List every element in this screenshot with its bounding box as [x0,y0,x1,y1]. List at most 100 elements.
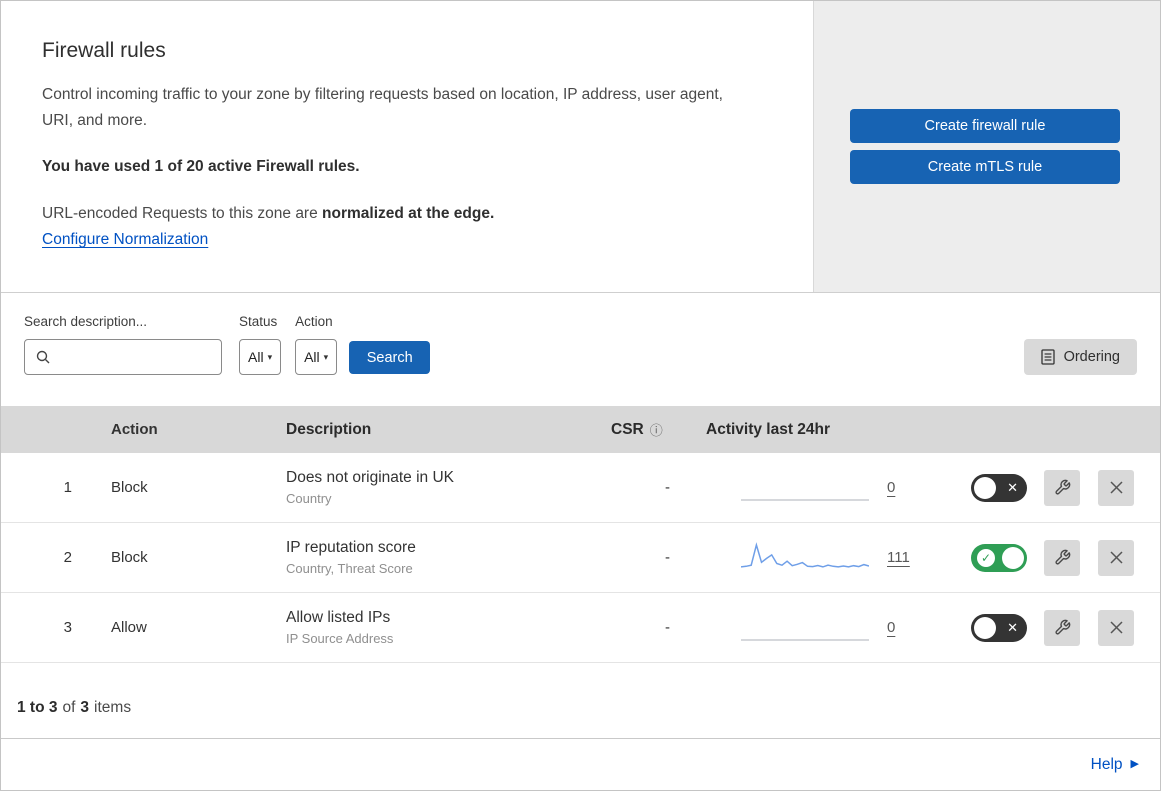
pagination-summary: 1 to 3 of 3 items [1,663,1160,739]
edit-rule-button[interactable] [1044,609,1080,646]
rule-description: Allow listed IPs [286,609,391,626]
toggle-x-icon: ✕ [1007,619,1018,635]
help-label: Help [1090,755,1123,773]
pagination-range: 1 to 3 [17,698,58,716]
header-description: Description [286,420,372,438]
rule-csr-value: - [665,549,670,566]
rule-description-cell: IP reputation score Country, Threat Scor… [266,539,591,576]
row-number: 2 [63,549,72,566]
page-title: Firewall rules [42,39,166,62]
search-button[interactable]: Search [349,341,431,374]
activity-cell: 0 [686,611,971,645]
rule-csr-value: - [665,619,670,636]
ordering-group: Ordering [1023,293,1137,375]
delete-rule-button[interactable] [1098,469,1134,506]
create-mtls-rule-button[interactable]: Create mTLS rule [850,150,1120,184]
status-filter-value: All [248,349,264,365]
rule-description-cell: Does not originate in UK Country [266,469,591,506]
wrench-icon [1054,479,1070,495]
action-filter-dropdown[interactable]: All ▾ [295,339,338,375]
page-description: Control incoming traffic to your zone by… [42,86,723,129]
table-row: 2 Block IP reputation score Country, Thr… [1,523,1160,593]
header-content: Firewall rules Control incoming traffic … [1,1,813,292]
toggle-x-icon: ✕ [1007,479,1018,495]
filter-bar: Search description... Status All ▾ Actio… [1,293,1160,406]
action-filter-value: All [304,349,320,365]
header-activity: Activity last 24hr [706,420,831,438]
search-button-group: Search [349,293,431,374]
activity-sparkline [741,498,869,501]
search-label: Search description... [24,314,148,329]
activity-sparkline [741,638,869,641]
rule-csr-value: - [665,479,670,496]
action-filter-group: Action All ▾ [295,293,338,375]
status-filter-group: Status All ▾ [239,293,282,375]
rule-enabled-toggle[interactable]: ✕ ✓ [971,473,1027,502]
normalization-bold-text: normalized at the edge. [322,205,495,223]
pagination-items-label: items [94,698,132,716]
close-icon [1109,621,1123,634]
toggle-knob [974,616,996,639]
actions-panel: Create firewall rule Create mTLS rule [813,1,1160,292]
rule-description: Does not originate in UK [286,469,455,486]
activity-count-link[interactable]: 0 [887,619,913,636]
toggle-check-icon: ✓ [977,548,995,567]
help-bar: Help ▶ [1,739,1160,790]
rule-fields: Country [286,491,332,506]
create-firewall-rule-button[interactable]: Create firewall rule [850,109,1120,143]
row-number: 3 [63,619,72,636]
header-csr-label: CSR [611,420,644,438]
firewall-rules-page: Firewall rules Control incoming traffic … [0,0,1161,791]
activity-count-link[interactable]: 111 [887,549,913,566]
edit-rule-button[interactable] [1044,469,1080,506]
rule-description-cell: Allow listed IPs IP Source Address [266,609,591,646]
wrench-icon [1054,619,1070,635]
table-row: 3 Allow Allow listed IPs IP Source Addre… [1,593,1160,663]
rule-fields: IP Source Address [286,631,394,646]
rule-action: Allow [111,619,147,636]
chevron-down-icon: ▾ [267,351,273,362]
activity-sparkline [741,541,869,568]
chevron-down-icon: ▾ [323,351,329,362]
header-action: Action [111,421,158,438]
toggle-knob [1002,546,1024,569]
help-arrow-icon: ▶ [1130,758,1139,770]
activity-cell: 111 [686,541,971,575]
search-filter-group: Search description... [24,293,222,375]
rule-fields: Country, Threat Score [286,561,413,576]
search-box [24,339,222,375]
ordering-label: Ordering [1063,349,1120,365]
table-header: Action Description CSR ⓘ Activity last 2… [1,406,1160,453]
delete-rule-button[interactable] [1098,609,1134,646]
activity-cell: 0 [686,471,971,505]
rule-description: IP reputation score [286,539,416,556]
rule-enabled-toggle[interactable]: ✕ ✓ [971,543,1027,572]
configure-normalization-link[interactable]: Configure Normalization [42,231,208,248]
close-icon [1109,481,1123,494]
search-input[interactable] [24,339,222,375]
rule-action: Block [111,479,148,496]
rule-action: Block [111,549,148,566]
activity-count-link[interactable]: 0 [887,479,913,496]
normalization-note: URL-encoded Requests to this zone are no… [42,205,773,223]
close-icon [1109,551,1123,564]
wrench-icon [1054,549,1070,565]
edit-rule-button[interactable] [1044,539,1080,576]
ordering-list-icon [1040,349,1055,365]
header-csr: CSR ⓘ [591,420,686,439]
pagination-of: of [62,698,76,716]
info-icon[interactable]: ⓘ [650,420,663,439]
action-label: Action [295,314,333,329]
status-label: Status [239,314,278,329]
usage-summary: You have used 1 of 20 active Firewall ru… [42,158,360,176]
header-card: Firewall rules Control incoming traffic … [1,1,1160,293]
normalization-text: URL-encoded Requests to this zone are [42,205,318,223]
ordering-button[interactable]: Ordering [1023,339,1137,375]
status-filter-dropdown[interactable]: All ▾ [239,339,282,375]
row-number: 1 [63,479,72,496]
pagination-total: 3 [80,698,90,716]
rule-enabled-toggle[interactable]: ✕ ✓ [971,613,1027,642]
help-link[interactable]: Help ▶ [1091,756,1139,774]
table-row: 1 Block Does not originate in UK Country… [1,453,1160,523]
delete-rule-button[interactable] [1098,539,1134,576]
